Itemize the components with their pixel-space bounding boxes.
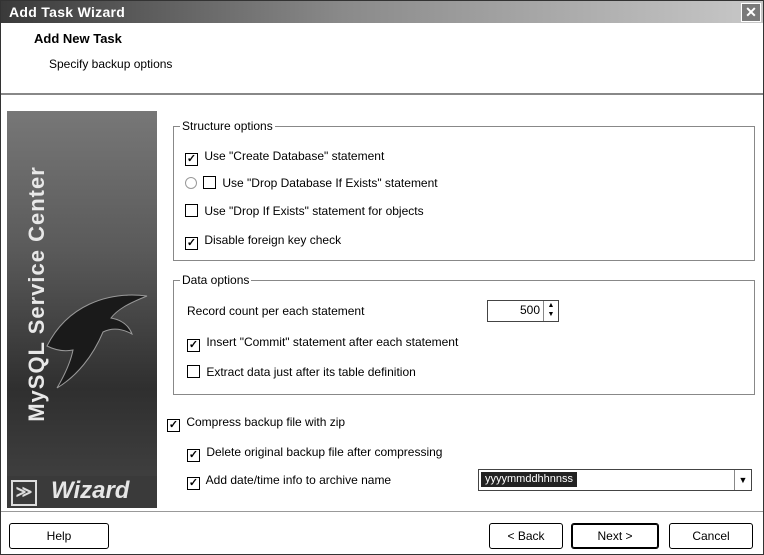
close-icon[interactable]: ✕ bbox=[741, 3, 761, 22]
cancel-button[interactable]: Cancel bbox=[669, 523, 753, 549]
compress-zip-checkbox[interactable]: ✓ bbox=[167, 419, 180, 432]
delete-original-option[interactable]: ✓ Delete original backup file after comp… bbox=[187, 445, 442, 462]
record-count-spinner[interactable]: 500 ▲ ▼ bbox=[487, 300, 559, 322]
add-datetime-checkbox[interactable]: ✓ bbox=[187, 477, 200, 490]
drop-database-checkbox[interactable] bbox=[203, 176, 216, 189]
wizard-bar: ≫ Wizard bbox=[7, 476, 157, 508]
disable-fk-checkbox[interactable]: ✓ bbox=[185, 237, 198, 250]
delete-original-checkbox[interactable]: ✓ bbox=[187, 449, 200, 462]
extract-after-label: Extract data just after its table defini… bbox=[206, 365, 416, 379]
record-count-value: 500 bbox=[519, 303, 540, 317]
drop-objects-label: Use "Drop If Exists" statement for objec… bbox=[204, 204, 424, 218]
window-title: Add Task Wizard bbox=[9, 4, 126, 20]
dolphin-logo-icon bbox=[46, 294, 148, 389]
create-database-label: Use "Create Database" statement bbox=[204, 149, 385, 163]
datetime-format-value: yyyymmddhhnnss bbox=[481, 472, 578, 487]
chevron-down-icon[interactable]: ▼ bbox=[734, 470, 751, 490]
wizard-header: Add New Task Specify backup options bbox=[1, 23, 763, 95]
datetime-format-select[interactable]: yyyymmddhhnnss ▼ bbox=[478, 469, 752, 491]
drop-objects-option[interactable]: Use "Drop If Exists" statement for objec… bbox=[185, 204, 424, 218]
drop-database-label: Use "Drop Database If Exists" statement bbox=[222, 176, 438, 190]
drop-database-option[interactable]: Use "Drop Database If Exists" statement bbox=[185, 176, 438, 190]
drop-database-indent-marker bbox=[185, 177, 197, 189]
data-options-legend: Data options bbox=[182, 273, 250, 287]
wizard-label: Wizard bbox=[51, 477, 130, 504]
add-task-wizard-window: Add Task Wizard ✕ Add New Task Specify b… bbox=[0, 0, 764, 555]
delete-original-label: Delete original backup file after compre… bbox=[206, 445, 443, 459]
wizard-icon: ≫ bbox=[11, 480, 37, 506]
drop-objects-checkbox[interactable] bbox=[185, 204, 198, 217]
insert-commit-checkbox[interactable]: ✓ bbox=[187, 339, 200, 352]
disable-fk-label: Disable foreign key check bbox=[204, 233, 342, 247]
next-button[interactable]: Next > bbox=[571, 523, 659, 549]
insert-commit-label: Insert "Commit" statement after each sta… bbox=[206, 335, 459, 349]
page-title: Add New Task bbox=[34, 31, 122, 46]
record-count-label: Record count per each statement bbox=[187, 304, 365, 318]
back-button[interactable]: < Back bbox=[489, 523, 563, 549]
create-database-checkbox[interactable]: ✓ bbox=[185, 153, 198, 166]
spinner-arrows-icon[interactable]: ▲ ▼ bbox=[543, 301, 558, 321]
structure-options-legend: Structure options bbox=[182, 119, 273, 133]
page-subtitle: Specify backup options bbox=[49, 57, 173, 71]
extract-after-checkbox[interactable] bbox=[187, 365, 200, 378]
wizard-side-banner: MySQL Service Center ≫ Wizard bbox=[7, 111, 157, 508]
disable-fk-option[interactable]: ✓ Disable foreign key check bbox=[185, 233, 341, 250]
add-datetime-option[interactable]: ✓ Add date/time info to archive name bbox=[187, 473, 391, 490]
compress-zip-label: Compress backup file with zip bbox=[186, 415, 346, 429]
insert-commit-option[interactable]: ✓ Insert "Commit" statement after each s… bbox=[187, 335, 458, 352]
help-button[interactable]: Help bbox=[9, 523, 109, 549]
compress-zip-option[interactable]: ✓ Compress backup file with zip bbox=[167, 415, 345, 432]
extract-after-option[interactable]: Extract data just after its table defini… bbox=[187, 365, 416, 379]
footer-divider bbox=[1, 511, 763, 512]
create-database-option[interactable]: ✓ Use "Create Database" statement bbox=[185, 149, 384, 166]
title-bar[interactable]: Add Task Wizard ✕ bbox=[1, 1, 763, 23]
add-datetime-label: Add date/time info to archive name bbox=[205, 473, 392, 487]
